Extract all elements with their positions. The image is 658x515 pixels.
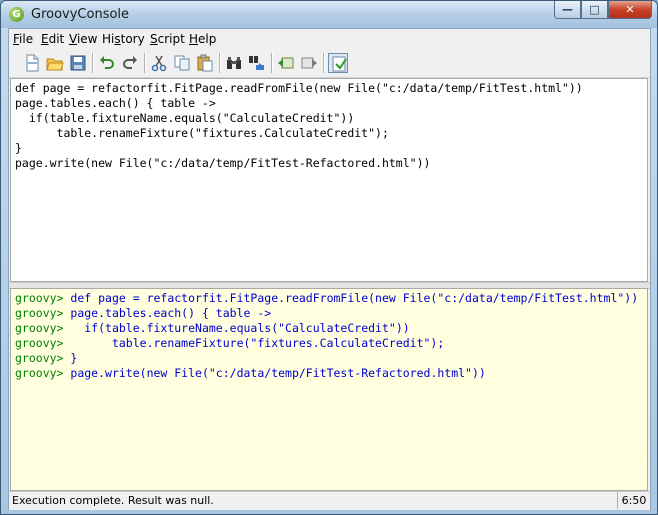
window-controls: — □ ✕ <box>554 1 652 20</box>
output-line: groovy> table.renameFixture("fixtures.Ca… <box>15 336 445 350</box>
output-pane[interactable]: groovy> def page = refactorfit.FitPage.r… <box>10 288 648 491</box>
output-line: groovy> if(table.fixtureName.equals("Cal… <box>15 321 410 335</box>
editor-line: if(table.fixtureName.equals("CalculateCr… <box>15 111 355 125</box>
editor-line: } <box>15 141 22 155</box>
redo-icon[interactable] <box>120 53 140 73</box>
editor-line: table.renameFixture("fixtures.CalculateC… <box>15 126 389 140</box>
menu-help[interactable]: Help <box>189 32 216 46</box>
menu-history[interactable]: History <box>102 32 145 46</box>
run-script-icon[interactable] <box>328 53 348 73</box>
output-line: groovy> page.tables.each() { table -> <box>15 306 272 320</box>
menu-view[interactable]: View <box>69 32 97 46</box>
minimize-button[interactable]: — <box>554 1 581 19</box>
groovy-console-window: G GroovyConsole — □ ✕ File Edit View His… <box>0 0 658 515</box>
toolbar-separator <box>219 53 221 73</box>
copy-icon[interactable] <box>172 53 192 73</box>
output-line: groovy> page.write(new File("c:/data/tem… <box>15 366 486 380</box>
window-title: GroovyConsole <box>31 7 130 22</box>
editor-line: page.tables.each() { table -> <box>15 96 216 110</box>
toolbar-separator <box>323 53 325 73</box>
new-file-icon[interactable] <box>22 53 42 73</box>
open-folder-icon[interactable] <box>45 53 65 73</box>
editor-code[interactable]: def page = refactorfit.FitPage.readFromF… <box>15 81 583 171</box>
maximize-button[interactable]: □ <box>581 1 608 19</box>
menu-script[interactable]: Script <box>150 32 185 46</box>
client-area: File Edit View History Script Help def p… <box>8 28 651 510</box>
script-editor[interactable]: def page = refactorfit.FitPage.readFromF… <box>10 78 648 282</box>
menu-edit[interactable]: Edit <box>41 32 64 46</box>
save-icon[interactable] <box>68 53 88 73</box>
toolbar-separator <box>92 53 94 73</box>
editor-line: def page = refactorfit.FitPage.readFromF… <box>15 81 583 95</box>
replace-icon[interactable] <box>247 53 267 73</box>
title-bar[interactable]: G GroovyConsole — □ ✕ <box>1 1 657 28</box>
output-line: groovy> } <box>15 351 78 365</box>
paste-icon[interactable] <box>195 53 215 73</box>
history-prev-icon[interactable] <box>276 53 296 73</box>
toolbar-separator <box>271 53 273 73</box>
cut-icon[interactable] <box>149 53 169 73</box>
menu-bar: File Edit View History Script Help <box>9 29 650 49</box>
output-line: groovy> def page = refactorfit.FitPage.r… <box>15 291 639 305</box>
find-icon[interactable] <box>224 53 244 73</box>
status-bar: Execution complete. Result was null. 6:5… <box>9 491 650 510</box>
caret-position: 6:50 <box>617 492 650 509</box>
toolbar-separator <box>144 53 146 73</box>
undo-icon[interactable] <box>97 53 117 73</box>
toolbar <box>9 49 650 78</box>
close-button[interactable]: ✕ <box>608 1 652 19</box>
editor-line: page.write(new File("c:/data/temp/FitTes… <box>15 156 431 170</box>
groovy-app-icon: G <box>9 7 24 22</box>
status-message: Execution complete. Result was null. <box>12 494 214 507</box>
menu-file[interactable]: File <box>13 32 33 46</box>
history-next-icon[interactable] <box>299 53 319 73</box>
output-lines: groovy> def page = refactorfit.FitPage.r… <box>15 291 638 381</box>
